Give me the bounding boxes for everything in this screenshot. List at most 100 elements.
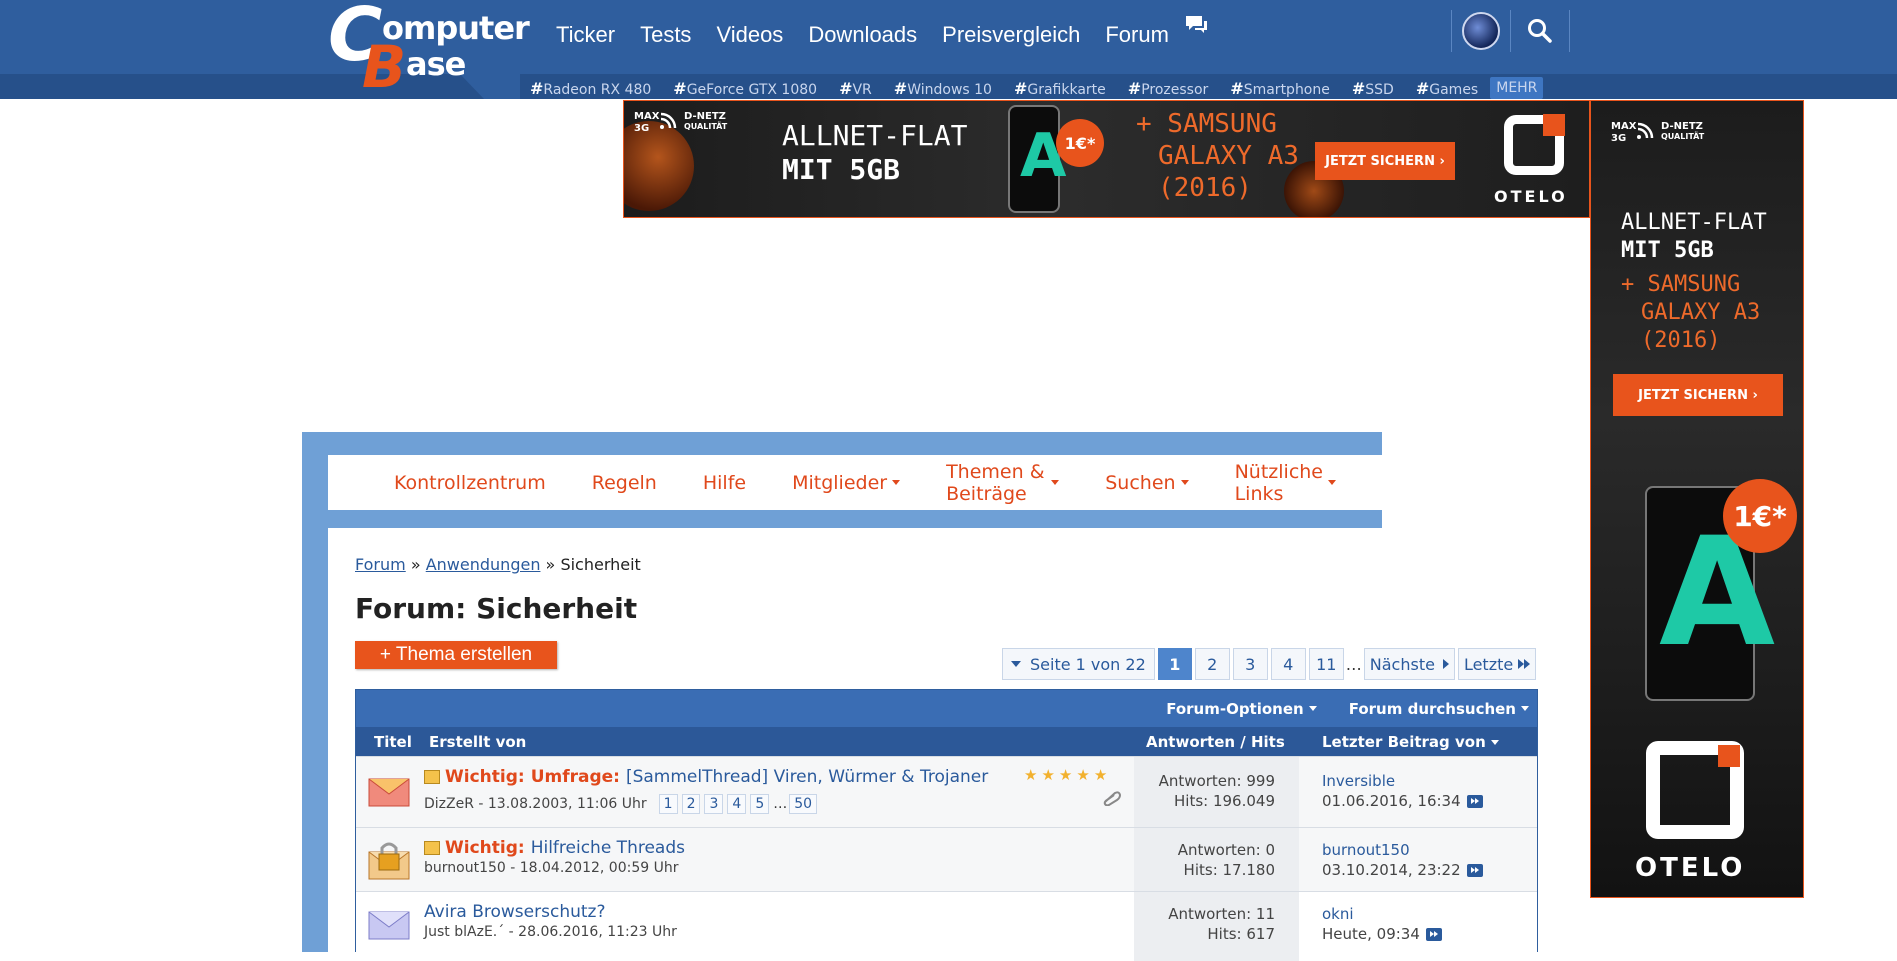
forum-options-label: Forum-Optionen bbox=[1166, 699, 1304, 718]
col-title-sort[interactable]: Titel bbox=[374, 733, 412, 751]
thread-page-link[interactable]: 50 bbox=[789, 794, 818, 814]
star-icon: ★ bbox=[1058, 766, 1073, 784]
tag-link[interactable]: #Smartphone bbox=[1230, 79, 1330, 98]
forum-search-menu[interactable]: Forum durchsuchen bbox=[1349, 700, 1529, 718]
ad-badge-3g: 3G bbox=[1611, 133, 1627, 144]
page-link[interactable]: 2 bbox=[1194, 648, 1230, 680]
price-badge: 1€* bbox=[1056, 119, 1104, 167]
ad-cta-button[interactable]: JETZT SICHERN › bbox=[1315, 142, 1455, 180]
hit-count: Hits: 617 bbox=[1207, 925, 1275, 943]
ad-promo-1: + SAMSUNG bbox=[1621, 272, 1741, 297]
ad-cta-button[interactable]: JETZT SICHERN › bbox=[1613, 374, 1783, 416]
subnav-nuetzliche-links[interactable]: Nützliche Links bbox=[1235, 461, 1336, 505]
site-logo[interactable]: C omputer B ase bbox=[328, 0, 530, 96]
breadcrumb-forum[interactable]: Forum bbox=[355, 555, 406, 574]
subnav-themen-beitraege[interactable]: Themen & Beiträge bbox=[946, 461, 1060, 505]
ad-badge-net: D-NETZ bbox=[1661, 121, 1703, 132]
caret-down-icon bbox=[1521, 706, 1529, 711]
col-stats-sort[interactable]: Antworten / Hits bbox=[1146, 733, 1285, 751]
ad-promo-2: GALAXY A3 bbox=[1641, 300, 1761, 325]
tag-link[interactable]: #Grafikkarte bbox=[1014, 79, 1106, 98]
thread-page-link[interactable]: 5 bbox=[750, 794, 770, 814]
tag-link[interactable]: #GeForce GTX 1080 bbox=[673, 79, 817, 98]
ad-badge-quality: QUALITÄT bbox=[1661, 132, 1705, 141]
reply-count: Antworten: 999 bbox=[1158, 772, 1275, 790]
breadcrumb-anwendungen[interactable]: Anwendungen bbox=[426, 555, 541, 574]
nav-downloads[interactable]: Downloads bbox=[808, 22, 917, 48]
forum-options-menu[interactable]: Forum-Optionen bbox=[1166, 700, 1317, 718]
ad-brand: OTELO bbox=[1494, 187, 1568, 206]
thread-row[interactable]: Wichtig: Umfrage: [SammelThread] Viren, … bbox=[356, 756, 1537, 827]
page-jump-dropdown[interactable]: Seite 1 von 22 bbox=[1002, 648, 1155, 680]
thread-meta-line: Just blAzE.´ - 28.06.2016, 11:23 Uhr bbox=[424, 924, 677, 940]
otelo-logo-icon bbox=[1646, 741, 1744, 839]
nav-videos[interactable]: Videos bbox=[716, 22, 783, 48]
ad-promo-2: GALAXY A3 bbox=[1158, 141, 1299, 171]
thread-page-link[interactable]: 2 bbox=[681, 794, 701, 814]
search-icon bbox=[1528, 19, 1552, 43]
thread-title-link[interactable]: [SammelThread] Viren, Würmer & Trojaner bbox=[626, 767, 988, 787]
tag-link[interactable]: #SSD bbox=[1352, 79, 1394, 98]
thread-title-link[interactable]: Hilfreiche Threads bbox=[531, 838, 685, 858]
search-button[interactable] bbox=[1511, 10, 1569, 52]
subnav-suchen[interactable]: Suchen bbox=[1105, 471, 1189, 494]
caret-down-icon bbox=[892, 480, 901, 485]
thread-page-ellipsis: … bbox=[773, 796, 788, 812]
main-nav: Ticker Tests Videos Downloads Preisvergl… bbox=[556, 22, 1194, 48]
reply-count: Antworten: 0 bbox=[1177, 841, 1275, 859]
tag-label: VR bbox=[852, 81, 872, 98]
thread-table-header: Titel Erstellt von Antworten / Hits Letz… bbox=[356, 727, 1537, 756]
ad-badge-quality: QUALITÄT bbox=[684, 122, 728, 131]
next-page-button[interactable]: Nächste bbox=[1363, 648, 1455, 680]
skyscraper-ad[interactable]: MAX 3G D-NETZ QUALITÄT ALLNET-FLAT MIT 5… bbox=[1590, 100, 1804, 898]
globe-button[interactable] bbox=[1452, 10, 1510, 52]
tag-link[interactable]: #Games bbox=[1416, 79, 1478, 98]
col-last-label: Letzter Beitrag von bbox=[1322, 733, 1486, 751]
chat-bubble-icon bbox=[1186, 16, 1207, 33]
tag-link[interactable]: #VR bbox=[839, 79, 872, 98]
nav-ticker[interactable]: Ticker bbox=[556, 22, 615, 48]
nav-preisvergleich[interactable]: Preisvergleich bbox=[942, 22, 1080, 48]
nav-forum[interactable]: Forum bbox=[1105, 22, 1169, 48]
thread-page-link[interactable]: 4 bbox=[727, 794, 747, 814]
nav-tests[interactable]: Tests bbox=[640, 22, 691, 48]
thread-page-link[interactable]: 3 bbox=[704, 794, 724, 814]
page-link[interactable]: 4 bbox=[1270, 648, 1306, 680]
sticky-flag-icon bbox=[424, 841, 440, 855]
divider bbox=[1569, 10, 1570, 52]
new-thread-button[interactable]: + Thema erstellen bbox=[355, 641, 557, 669]
last-post-user[interactable]: burnout150 bbox=[1322, 840, 1483, 860]
subnav-regeln[interactable]: Regeln bbox=[592, 472, 657, 494]
col-last-sort[interactable]: Letzter Beitrag von bbox=[1322, 733, 1499, 751]
tag-link[interactable]: #Radeon RX 480 bbox=[530, 79, 651, 98]
last-post: Inversible 01.06.2016, 16:34 bbox=[1322, 771, 1483, 811]
sticky-label: Wichtig: bbox=[445, 767, 525, 787]
tag-label: Windows 10 bbox=[907, 81, 992, 98]
goto-last-post-icon[interactable] bbox=[1466, 794, 1483, 808]
site-header: C omputer B ase Ticker Tests Videos Down… bbox=[0, 0, 1897, 99]
goto-last-post-icon[interactable] bbox=[1466, 863, 1483, 877]
subnav-kontrollzentrum[interactable]: Kontrollzentrum bbox=[394, 472, 546, 494]
tag-link[interactable]: #Prozessor bbox=[1128, 79, 1209, 98]
thread-row[interactable]: Avira Browserschutz? Just blAzE.´ - 28.0… bbox=[356, 891, 1537, 961]
thread-page-link[interactable]: 1 bbox=[658, 794, 678, 814]
page-link[interactable]: 11 bbox=[1308, 648, 1344, 680]
rating-stars: ★ ★ ★ ★ ★ bbox=[1024, 766, 1107, 784]
subnav-mitglieder[interactable]: Mitglieder bbox=[792, 472, 901, 494]
caret-down-icon bbox=[1180, 480, 1189, 485]
banner-ad[interactable]: MAX 3G D-NETZ QUALITÄT ALLNET-FLAT MIT 5… bbox=[623, 100, 1590, 218]
page-link[interactable]: 3 bbox=[1232, 648, 1268, 680]
more-tags-button[interactable]: MEHR bbox=[1490, 77, 1544, 99]
thread-row[interactable]: Wichtig: Hilfreiche Threads burnout150 -… bbox=[356, 827, 1537, 891]
thread-title-link[interactable]: Avira Browserschutz? bbox=[424, 902, 605, 922]
last-post-user[interactable]: okni bbox=[1322, 904, 1442, 924]
col-author-sort[interactable]: Erstellt von bbox=[429, 733, 526, 751]
last-post-user[interactable]: Inversible bbox=[1322, 771, 1483, 791]
tag-link[interactable]: #Windows 10 bbox=[894, 79, 992, 98]
last-page-button[interactable]: Letzte bbox=[1457, 648, 1537, 680]
poll-prefix: Umfrage: bbox=[530, 767, 620, 787]
subnav-label: Suchen bbox=[1105, 471, 1176, 494]
subnav-hilfe[interactable]: Hilfe bbox=[703, 472, 746, 494]
thread-meta: DizZeR - 13.08.2003, 11:06 Uhr bbox=[424, 796, 647, 812]
goto-last-post-icon[interactable] bbox=[1425, 927, 1442, 941]
